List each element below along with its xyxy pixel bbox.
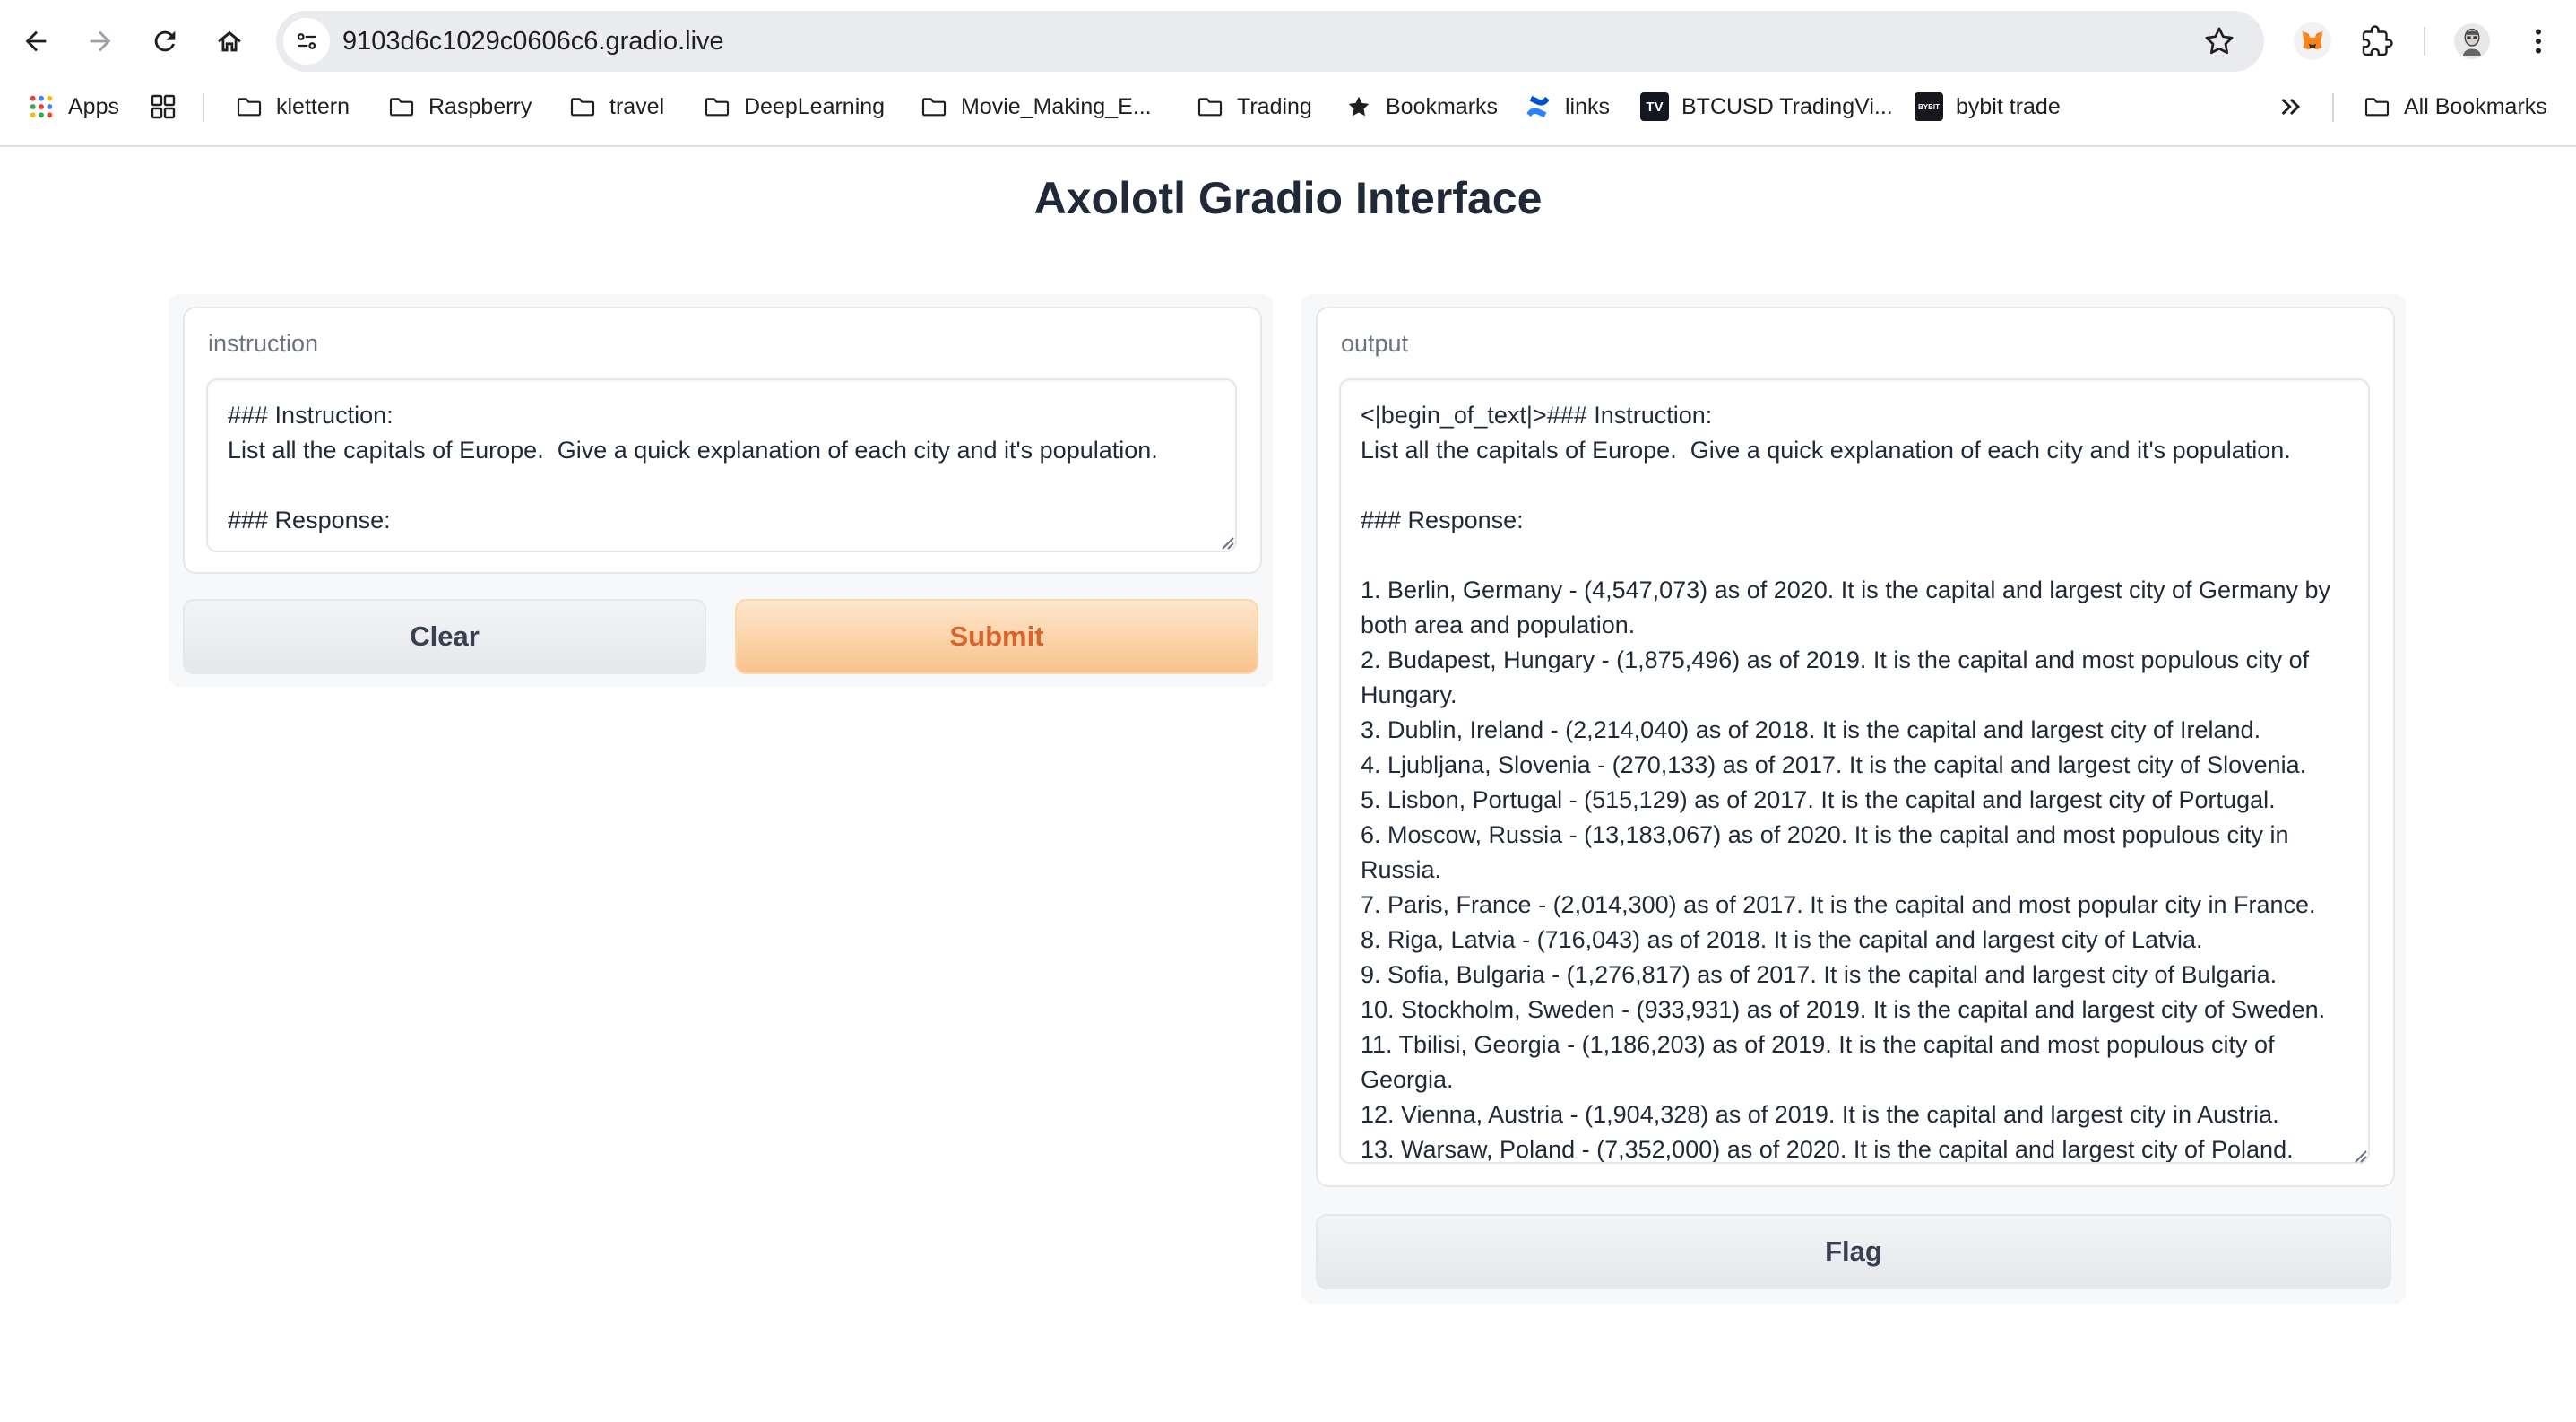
output-textarea[interactable]: <|begin_of_text|>### Instruction: List a…	[1339, 378, 2370, 1164]
folder-icon	[921, 98, 947, 117]
tab-groups-button[interactable]	[149, 82, 190, 131]
clear-button[interactable]: Clear	[183, 599, 706, 674]
bookmark-label: Raspberry	[428, 93, 532, 119]
toolbar-divider	[2424, 27, 2425, 56]
bookmark-label: Trading	[1237, 93, 1312, 119]
bookmark-bybit-trade[interactable]: BYBIT bybit trade	[1915, 82, 2061, 131]
reload-button[interactable]	[142, 18, 188, 65]
address-bar[interactable]: 9103d6c1029c0606c6.gradio.live	[276, 11, 2264, 72]
bookmark-folder-movie-making[interactable]: Movie_Making_E...	[920, 82, 1152, 131]
resize-grip-icon[interactable]	[1217, 533, 1235, 551]
back-button[interactable]	[13, 18, 59, 65]
bookmark-label: Movie_Making_E...	[961, 93, 1152, 119]
folder-icon	[2364, 98, 2390, 117]
bookmark-links[interactable]: links	[1524, 82, 1610, 131]
forward-button[interactable]	[77, 18, 124, 65]
browser-menu-button[interactable]	[2515, 18, 2562, 65]
avatar	[2454, 23, 2490, 59]
bookmark-folder-trading[interactable]: Trading	[1196, 82, 1312, 131]
bybit-icon: BYBIT	[1915, 92, 1943, 121]
bookmark-folder-travel[interactable]: travel	[568, 82, 664, 131]
bookmark-label: Apps	[68, 93, 119, 119]
browser-toolbar: 9103d6c1029c0606c6.gradio.live	[0, 0, 2576, 82]
folder-icon	[237, 98, 262, 117]
bookmark-label: travel	[609, 93, 665, 119]
home-icon	[218, 30, 241, 52]
bookmarks-divider	[203, 93, 204, 122]
confluence-icon	[1526, 95, 1550, 118]
bookmark-label: links	[1565, 93, 1611, 119]
instruction-block: instruction ### Instruction: List all th…	[183, 307, 1262, 574]
star-icon	[1348, 96, 1370, 117]
forward-arrow-icon	[90, 30, 111, 52]
apps-grid-icon	[30, 95, 53, 118]
bookmark-label: All Bookmarks	[2404, 93, 2547, 119]
submit-button[interactable]: Submit	[735, 599, 1258, 674]
metamask-extension-button[interactable]	[2289, 18, 2336, 65]
metamask-fox-icon	[2294, 22, 2331, 60]
bookmark-label: BTCUSD TradingVi...	[1681, 93, 1893, 119]
bookmarks-divider	[2332, 93, 2334, 122]
page-title: Axolotl Gradio Interface	[1033, 173, 1543, 223]
resize-grip-icon[interactable]	[2350, 1146, 2368, 1164]
bookmark-all-bookmarks[interactable]: All Bookmarks	[2363, 82, 2547, 131]
url-text[interactable]: 9103d6c1029c0606c6.gradio.live	[342, 11, 724, 72]
site-info-button[interactable]	[283, 18, 330, 65]
folder-icon	[705, 98, 730, 117]
output-label: output	[1341, 330, 1409, 357]
home-button[interactable]	[206, 18, 253, 65]
output-panel: output <|begin_of_text|>### Instruction:…	[1301, 294, 2406, 1304]
bookmark-apps[interactable]: Apps	[27, 82, 119, 131]
bookmark-btcusd-tradingview[interactable]: TV BTCUSD TradingVi...	[1640, 82, 1893, 131]
bookmark-folder-deeplearning[interactable]: DeepLearning	[703, 82, 885, 131]
instruction-textarea[interactable]: ### Instruction: List all the capitals o…	[206, 378, 1237, 552]
folder-icon	[570, 98, 595, 117]
output-block: output <|begin_of_text|>### Instruction:…	[1316, 307, 2395, 1187]
more-bookmarks-button[interactable]	[2277, 82, 2318, 131]
folder-icon	[389, 98, 414, 117]
profile-button[interactable]	[2449, 18, 2495, 65]
bookmark-label: DeepLearning	[744, 93, 886, 119]
tab-groups-icon	[151, 94, 176, 119]
tradingview-icon: TV	[1640, 92, 1669, 121]
instruction-label: instruction	[208, 330, 319, 357]
puzzle-icon	[2362, 25, 2393, 56]
reload-icon	[154, 30, 176, 52]
tune-icon	[297, 33, 316, 49]
input-panel: instruction ### Instruction: List all th…	[169, 294, 1273, 687]
bookmark-label: bybit trade	[1956, 93, 2061, 119]
folder-icon	[1197, 98, 1223, 117]
double-chevron-right-icon	[2281, 98, 2301, 116]
bookmark-label: Bookmarks	[1386, 93, 1499, 119]
bookmark-label: klettern	[276, 93, 350, 119]
bookmark-bookmarks[interactable]: Bookmarks	[1344, 82, 1498, 131]
bookmark-folder-raspberry[interactable]: Raspberry	[387, 82, 532, 131]
bookmarks-bar: Apps klettern Raspberry travel DeepLearn…	[0, 82, 2576, 147]
back-arrow-icon	[25, 30, 47, 52]
bookmark-star-icon[interactable]	[2201, 23, 2237, 59]
bookmark-folder-klettern[interactable]: klettern	[235, 82, 350, 131]
vertical-dots-icon	[2536, 29, 2541, 54]
flag-button[interactable]: Flag	[1316, 1214, 2391, 1289]
extensions-button[interactable]	[2354, 18, 2400, 65]
